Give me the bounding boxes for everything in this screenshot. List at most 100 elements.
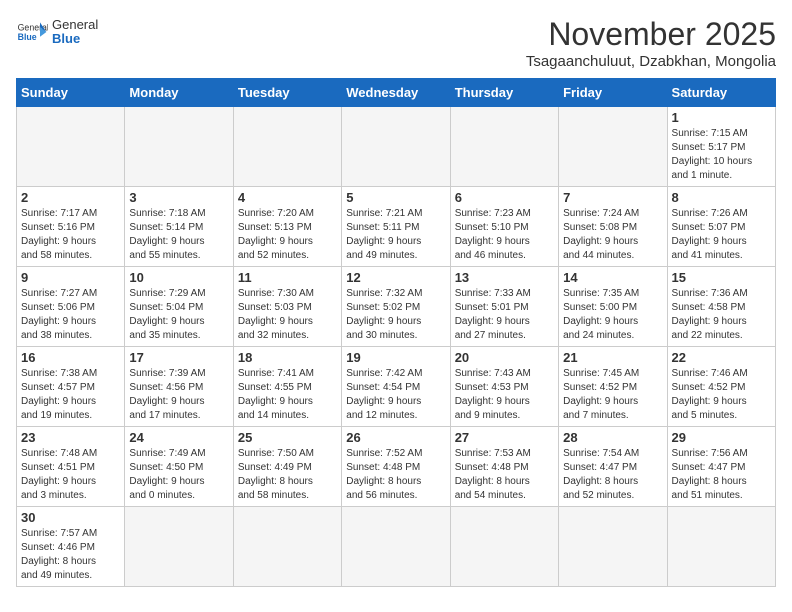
calendar-cell (233, 107, 341, 187)
day-info: Sunrise: 7:48 AM Sunset: 4:51 PM Dayligh… (21, 447, 120, 503)
day-info: Sunrise: 7:43 AM Sunset: 4:53 PM Dayligh… (455, 367, 554, 423)
day-info: Sunrise: 7:23 AM Sunset: 5:10 PM Dayligh… (455, 207, 554, 263)
day-info: Sunrise: 7:17 AM Sunset: 5:16 PM Dayligh… (21, 207, 120, 263)
calendar-cell: 28Sunrise: 7:54 AM Sunset: 4:47 PM Dayli… (559, 427, 667, 507)
calendar-cell: 20 Sunrise: 7:43 AM Sunset: 4:53 PM Dayli… (450, 347, 558, 427)
logo-icon: General Blue (16, 16, 48, 48)
day-number: 7 (563, 190, 662, 205)
day-number: 12 (346, 270, 445, 285)
calendar-cell: 19 Sunrise: 7:42 AM Sunset: 4:54 PM Dayli… (342, 347, 450, 427)
day-number: 22 (672, 350, 771, 365)
day-info: Sunrise: 7:41 AM Sunset: 4:55 PM Dayligh… (238, 367, 337, 423)
calendar-cell (450, 507, 558, 587)
calendar-cell: 27Sunrise: 7:53 AM Sunset: 4:48 PM Dayli… (450, 427, 558, 507)
calendar-week-row: 23 Sunrise: 7:48 AM Sunset: 4:51 PM Dayli… (17, 427, 776, 507)
day-info: Sunrise: 7:24 AM Sunset: 5:08 PM Dayligh… (563, 207, 662, 263)
calendar-cell (342, 507, 450, 587)
calendar-cell (559, 107, 667, 187)
day-info: Sunrise: 7:27 AM Sunset: 5:06 PM Dayligh… (21, 287, 120, 343)
calendar-cell: 7 Sunrise: 7:24 AM Sunset: 5:08 PM Daylig… (559, 187, 667, 267)
day-info: Sunrise: 7:42 AM Sunset: 4:54 PM Dayligh… (346, 367, 445, 423)
weekday-header-saturday: Saturday (667, 79, 775, 107)
calendar-cell: 1Sunrise: 7:15 AM Sunset: 5:17 PM Daylig… (667, 107, 775, 187)
weekday-header-thursday: Thursday (450, 79, 558, 107)
calendar-cell: 13 Sunrise: 7:33 AM Sunset: 5:01 PM Dayli… (450, 267, 558, 347)
day-number: 19 (346, 350, 445, 365)
calendar-cell (450, 107, 558, 187)
day-number: 4 (238, 190, 337, 205)
day-info: Sunrise: 7:33 AM Sunset: 5:01 PM Dayligh… (455, 287, 554, 343)
calendar-cell: 23 Sunrise: 7:48 AM Sunset: 4:51 PM Dayli… (17, 427, 125, 507)
calendar-week-row: 16Sunrise: 7:38 AM Sunset: 4:57 PM Dayli… (17, 347, 776, 427)
day-number: 18 (238, 350, 337, 365)
day-info: Sunrise: 7:46 AM Sunset: 4:52 PM Dayligh… (672, 367, 771, 423)
calendar-cell: 8Sunrise: 7:26 AM Sunset: 5:07 PM Daylig… (667, 187, 775, 267)
calendar-cell: 17Sunrise: 7:39 AM Sunset: 4:56 PM Dayli… (125, 347, 233, 427)
day-info: Sunrise: 7:57 AM Sunset: 4:46 PM Dayligh… (21, 527, 120, 583)
month-title: November 2025 (526, 16, 776, 53)
day-info: Sunrise: 7:30 AM Sunset: 5:03 PM Dayligh… (238, 287, 337, 343)
day-info: Sunrise: 7:56 AM Sunset: 4:47 PM Dayligh… (672, 447, 771, 503)
day-number: 2 (21, 190, 120, 205)
calendar-cell: 6 Sunrise: 7:23 AM Sunset: 5:10 PM Daylig… (450, 187, 558, 267)
svg-text:Blue: Blue (18, 32, 37, 42)
calendar-cell: 15Sunrise: 7:36 AM Sunset: 4:58 PM Dayli… (667, 267, 775, 347)
logo-general-text: General (52, 18, 98, 32)
calendar-cell (125, 507, 233, 587)
page-header: General Blue General Blue November 2025 … (16, 16, 776, 70)
day-number: 24 (129, 430, 228, 445)
calendar-cell: 25 Sunrise: 7:50 AM Sunset: 4:49 PM Dayli… (233, 427, 341, 507)
calendar-cell: 29 Sunrise: 7:56 AM Sunset: 4:47 PM Dayli… (667, 427, 775, 507)
day-number: 6 (455, 190, 554, 205)
calendar-cell: 4 Sunrise: 7:20 AM Sunset: 5:13 PM Daylig… (233, 187, 341, 267)
calendar-cell: 10Sunrise: 7:29 AM Sunset: 5:04 PM Dayli… (125, 267, 233, 347)
logo-blue-text: Blue (52, 32, 98, 46)
day-number: 30 (21, 510, 120, 525)
day-number: 29 (672, 430, 771, 445)
day-number: 10 (129, 270, 228, 285)
day-info: Sunrise: 7:32 AM Sunset: 5:02 PM Dayligh… (346, 287, 445, 343)
calendar-cell: 12 Sunrise: 7:32 AM Sunset: 5:02 PM Dayli… (342, 267, 450, 347)
calendar-cell (667, 507, 775, 587)
weekday-header-row: SundayMondayTuesdayWednesdayThursdayFrid… (17, 79, 776, 107)
calendar-week-row: 9 Sunrise: 7:27 AM Sunset: 5:06 PM Daylig… (17, 267, 776, 347)
day-info: Sunrise: 7:49 AM Sunset: 4:50 PM Dayligh… (129, 447, 228, 503)
day-number: 23 (21, 430, 120, 445)
day-number: 16 (21, 350, 120, 365)
weekday-header-friday: Friday (559, 79, 667, 107)
calendar-cell: 22 Sunrise: 7:46 AM Sunset: 4:52 PM Dayli… (667, 347, 775, 427)
day-info: Sunrise: 7:15 AM Sunset: 5:17 PM Dayligh… (672, 127, 771, 183)
day-info: Sunrise: 7:39 AM Sunset: 4:56 PM Dayligh… (129, 367, 228, 423)
day-info: Sunrise: 7:54 AM Sunset: 4:47 PM Dayligh… (563, 447, 662, 503)
day-info: Sunrise: 7:21 AM Sunset: 5:11 PM Dayligh… (346, 207, 445, 263)
calendar-cell: 18 Sunrise: 7:41 AM Sunset: 4:55 PM Dayli… (233, 347, 341, 427)
calendar-cell: 30 Sunrise: 7:57 AM Sunset: 4:46 PM Dayli… (17, 507, 125, 587)
day-info: Sunrise: 7:53 AM Sunset: 4:48 PM Dayligh… (455, 447, 554, 503)
calendar-cell: 2 Sunrise: 7:17 AM Sunset: 5:16 PM Daylig… (17, 187, 125, 267)
calendar-cell: 21Sunrise: 7:45 AM Sunset: 4:52 PM Dayli… (559, 347, 667, 427)
day-info: Sunrise: 7:50 AM Sunset: 4:49 PM Dayligh… (238, 447, 337, 503)
day-number: 20 (455, 350, 554, 365)
calendar-week-row: 2 Sunrise: 7:17 AM Sunset: 5:16 PM Daylig… (17, 187, 776, 267)
logo: General Blue General Blue (16, 16, 98, 48)
calendar-cell: 11Sunrise: 7:30 AM Sunset: 5:03 PM Dayli… (233, 267, 341, 347)
weekday-header-tuesday: Tuesday (233, 79, 341, 107)
day-number: 25 (238, 430, 337, 445)
day-number: 13 (455, 270, 554, 285)
calendar-cell: 3Sunrise: 7:18 AM Sunset: 5:14 PM Daylig… (125, 187, 233, 267)
day-info: Sunrise: 7:20 AM Sunset: 5:13 PM Dayligh… (238, 207, 337, 263)
day-number: 21 (563, 350, 662, 365)
day-number: 15 (672, 270, 771, 285)
calendar-cell (342, 107, 450, 187)
weekday-header-wednesday: Wednesday (342, 79, 450, 107)
day-info: Sunrise: 7:52 AM Sunset: 4:48 PM Dayligh… (346, 447, 445, 503)
day-number: 14 (563, 270, 662, 285)
weekday-header-sunday: Sunday (17, 79, 125, 107)
day-number: 8 (672, 190, 771, 205)
day-number: 9 (21, 270, 120, 285)
title-block: November 2025 Tsagaanchuluut, Dzabkhan, … (526, 16, 776, 70)
calendar-week-row: 30 Sunrise: 7:57 AM Sunset: 4:46 PM Dayli… (17, 507, 776, 587)
calendar-cell: 26Sunrise: 7:52 AM Sunset: 4:48 PM Dayli… (342, 427, 450, 507)
calendar-cell: 14Sunrise: 7:35 AM Sunset: 5:00 PM Dayli… (559, 267, 667, 347)
day-number: 3 (129, 190, 228, 205)
